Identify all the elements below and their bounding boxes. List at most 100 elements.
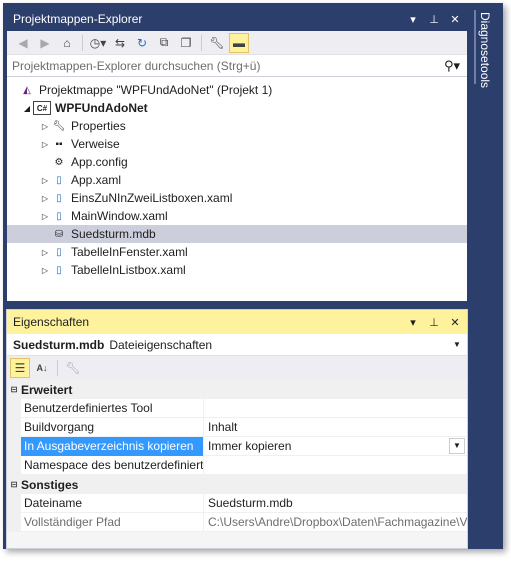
object-name: Suedsturm.mdb <box>13 337 105 352</box>
property-value-combo[interactable]: Immer kopieren ▼ <box>204 437 467 456</box>
property-name: Vollständiger Pfad <box>21 512 204 532</box>
solution-explorer-titlebar: Projektmappen-Explorer ▾ ⊥ ✕ <box>7 7 467 31</box>
tree-item-label: Verweise <box>71 137 120 151</box>
dropdown-icon[interactable]: ▾ <box>404 10 422 28</box>
refresh-icon[interactable]: ↻ <box>132 33 152 53</box>
property-name: In Ausgabeverzeichnis kopieren <box>21 436 204 456</box>
property-name: Benutzerdefiniertes Tool <box>21 398 204 418</box>
tree-item-label: TabelleInFenster.xaml <box>71 245 188 259</box>
properties-wrench-icon[interactable]: 🔧︎ <box>207 33 227 53</box>
row-gutter <box>7 455 21 475</box>
tab-indicator <box>474 10 476 84</box>
property-row-custom-tool[interactable]: Benutzerdefiniertes Tool <box>7 398 467 418</box>
solution-tree: ◭ Projektmappe "WPFUndAdoNet" (Projekt 1… <box>7 77 467 279</box>
tree-item-app-xaml[interactable]: ▷ ▯ App.xaml <box>7 171 467 189</box>
properties-toolbar: ☰ A↓ 🔧︎ <box>7 356 467 380</box>
solution-explorer-panel: Projektmappen-Explorer ▾ ⊥ ✕ ◀ ▶ ⌂ ◷▾ ⇆ … <box>6 6 468 302</box>
property-value[interactable] <box>204 399 467 418</box>
expand-arrow-icon[interactable]: ▷ <box>39 212 51 221</box>
tree-item-tabelleinlistbox[interactable]: ▷ ▯ TabelleInListbox.xaml <box>7 261 467 279</box>
references-icon: ▪▪ <box>55 138 63 150</box>
property-value[interactable]: Inhalt <box>204 418 467 437</box>
categorized-icon[interactable]: ☰ <box>10 358 30 378</box>
property-row-full-path[interactable]: Vollständiger Pfad C:\Users\Andre\Dropbo… <box>7 512 467 532</box>
forward-icon[interactable]: ▶ <box>35 33 55 53</box>
pin-icon[interactable]: ⊥ <box>425 313 443 331</box>
xaml-file-icon: ▯ <box>56 264 62 276</box>
category-label: Sonstiges <box>21 477 79 492</box>
tree-solution-node[interactable]: ◭ Projektmappe "WPFUndAdoNet" (Projekt 1… <box>7 81 467 99</box>
expand-arrow-icon[interactable]: ▷ <box>39 266 51 275</box>
show-all-files-icon[interactable]: ❐ <box>176 33 196 53</box>
property-name: Namespace des benutzerdefiniert <box>21 455 204 475</box>
property-row-filename[interactable]: Dateiname Suedsturm.mdb <box>7 493 467 513</box>
tree-item-label: Properties <box>71 119 126 133</box>
property-value[interactable] <box>204 456 467 475</box>
properties-title: Eigenschaften <box>13 315 90 329</box>
category-advanced[interactable]: ⊟ Erweitert <box>7 380 467 399</box>
preview-selected-items-icon[interactable]: ▬ <box>229 32 249 53</box>
home-icon[interactable]: ⌂ <box>57 33 77 53</box>
tree-item-einszun[interactable]: ▷ ▯ EinsZuNInZweiListboxen.xaml <box>7 189 467 207</box>
expand-arrow-icon[interactable]: ▷ <box>39 122 51 131</box>
back-icon[interactable]: ◀ <box>13 33 33 53</box>
collapse-all-icon[interactable]: ⧉ <box>154 33 174 53</box>
xaml-file-icon: ▯ <box>56 246 62 258</box>
tree-item-label: Suedsturm.mdb <box>71 227 156 241</box>
tree-item-properties[interactable]: ▷ 🔧︎ Properties <box>7 117 467 135</box>
property-value: Immer kopieren <box>208 438 292 453</box>
tree-item-label: EinsZuNInZweiListboxen.xaml <box>71 191 233 205</box>
tree-item-suedsturm[interactable]: ⛁ Suedsturm.mdb <box>7 225 467 243</box>
wrench-icon: 🔧︎ <box>52 120 66 132</box>
solution-icon: ◭ <box>23 84 31 96</box>
search-box[interactable]: Projektmappen-Explorer durchsuchen (Strg… <box>7 55 467 77</box>
row-gutter <box>7 512 21 532</box>
search-input[interactable]: Projektmappen-Explorer durchsuchen (Strg… <box>7 59 437 73</box>
search-icon[interactable]: ⚲▾ <box>437 58 467 74</box>
diagnostic-tools-tab[interactable]: Diagnosetools <box>478 12 492 88</box>
row-gutter <box>7 493 21 513</box>
tree-item-label: TabelleInListbox.xaml <box>71 263 186 277</box>
tree-item-app-config[interactable]: ⚙ App.config <box>7 153 467 171</box>
object-type: Dateieigenschaften <box>109 337 213 352</box>
pin-icon[interactable]: ⊥ <box>425 10 443 28</box>
expand-arrow-icon[interactable]: ▷ <box>39 194 51 203</box>
property-row-namespace[interactable]: Namespace des benutzerdefiniert <box>7 455 467 475</box>
property-row-build-action[interactable]: Buildvorgang Inhalt <box>7 417 467 437</box>
expand-arrow-icon[interactable]: ▷ <box>39 140 51 149</box>
property-value[interactable]: Suedsturm.mdb <box>204 494 467 513</box>
side-tab-strip: Diagnosetools <box>471 6 503 549</box>
close-icon[interactable]: ✕ <box>446 313 464 331</box>
close-icon[interactable]: ✕ <box>446 10 464 28</box>
chevron-down-icon[interactable]: ▼ <box>453 340 467 349</box>
ide-window-frame: Projektmappen-Explorer ▾ ⊥ ✕ ◀ ▶ ⌂ ◷▾ ⇆ … <box>3 3 503 549</box>
collapse-arrow-icon[interactable]: ◢ <box>21 104 33 113</box>
dropdown-icon[interactable]: ▾ <box>404 313 422 331</box>
category-misc[interactable]: ⊟ Sonstiges <box>7 475 467 494</box>
solution-label: Projektmappe "WPFUndAdoNet" (Projekt 1) <box>39 83 273 97</box>
property-value[interactable]: C:\Users\Andre\Dropbox\Daten\Fachmagazin… <box>204 513 467 532</box>
chevron-down-icon[interactable]: ▼ <box>449 437 465 454</box>
row-gutter <box>7 417 21 437</box>
xaml-file-icon: ▯ <box>56 210 62 222</box>
sync-with-document-icon[interactable]: ⇆ <box>110 33 130 53</box>
collapse-box-icon[interactable]: ⊟ <box>7 480 21 489</box>
tree-item-label: App.config <box>71 155 128 169</box>
row-gutter <box>7 436 21 456</box>
expand-arrow-icon[interactable]: ▷ <box>39 176 51 185</box>
collapse-box-icon[interactable]: ⊟ <box>7 385 21 394</box>
alphabetical-sort-icon[interactable]: A↓ <box>32 358 52 378</box>
property-grid: ⊟ Erweitert Benutzerdefiniertes Tool Bui… <box>7 380 467 532</box>
property-pages-wrench-icon[interactable]: 🔧︎ <box>63 358 83 378</box>
toolbar-separator <box>201 34 202 51</box>
property-name: Dateiname <box>21 493 204 513</box>
pending-changes-filter-icon[interactable]: ◷▾ <box>88 33 108 53</box>
expand-arrow-icon[interactable]: ▷ <box>39 248 51 257</box>
object-selector[interactable]: Suedsturm.mdb Dateieigenschaften ▼ <box>7 334 467 356</box>
tree-item-tabelleinfenster[interactable]: ▷ ▯ TabelleInFenster.xaml <box>7 243 467 261</box>
tree-item-references[interactable]: ▷ ▪▪ Verweise <box>7 135 467 153</box>
tree-project-node[interactable]: ◢ C# WPFUndAdoNet <box>7 99 467 117</box>
tree-item-label: MainWindow.xaml <box>71 209 168 223</box>
property-row-copy-output[interactable]: In Ausgabeverzeichnis kopieren Immer kop… <box>7 436 467 456</box>
tree-item-mainwindow[interactable]: ▷ ▯ MainWindow.xaml <box>7 207 467 225</box>
